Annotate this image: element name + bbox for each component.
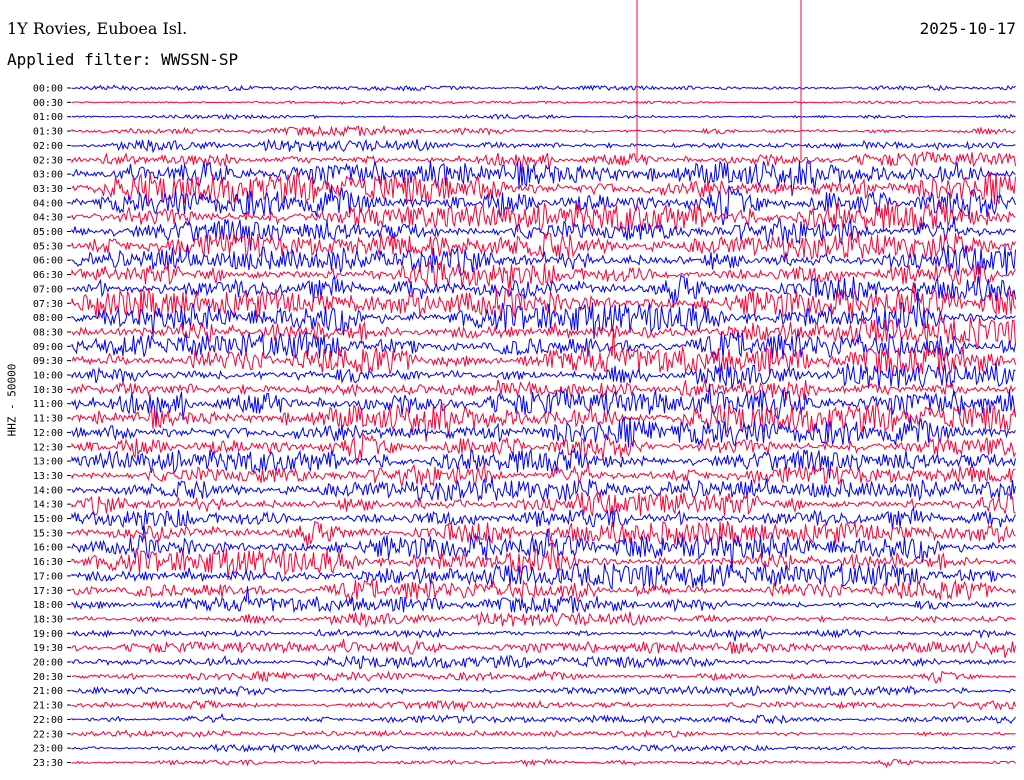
trace-row [71, 743, 1016, 754]
row-time-label: 16:00 [33, 543, 63, 554]
row-time-label: 12:30 [33, 442, 63, 453]
row-time-label: 06:00 [33, 256, 63, 267]
row-time-label: 12:00 [33, 428, 63, 439]
row-time-label: 11:30 [33, 414, 63, 425]
row-time-label: 09:30 [33, 356, 63, 367]
row-time-label: 15:30 [33, 528, 63, 539]
trace-row [71, 113, 1016, 120]
row-time-label: 17:30 [33, 586, 63, 597]
trace-row [71, 462, 1016, 487]
row-time-label: 22:30 [33, 729, 63, 740]
trace-row [71, 124, 1016, 138]
trace-row [71, 684, 1016, 698]
row-time-label: 13:00 [33, 457, 63, 468]
trace-row [71, 361, 1016, 389]
trace-row [71, 520, 1016, 551]
row-time-label: 15:00 [33, 514, 63, 525]
row-time-label: 22:00 [33, 715, 63, 726]
helicorder-plot: 00:00 00:30 01:00 01:30 02:00 02:30 03:00 03:30… [33, 0, 1016, 769]
row-time-label: 01:30 [33, 127, 63, 138]
row-time-label: 18:30 [33, 614, 63, 625]
row-time-label: 08:30 [33, 327, 63, 338]
row-time-label: 16:30 [33, 557, 63, 568]
row-time-label: 19:30 [33, 643, 63, 654]
trace-row [71, 138, 1016, 154]
row-time-label: 06:30 [33, 270, 63, 281]
trace-row [71, 699, 1016, 712]
trace-row [71, 758, 1016, 769]
row-time-label: 23:30 [33, 758, 63, 769]
row-time-label: 23:00 [33, 744, 63, 755]
row-time-label: 03:00 [33, 170, 63, 181]
row-time-label: 17:00 [33, 571, 63, 582]
trace-row [71, 729, 1016, 739]
row-time-label: 00:30 [33, 98, 63, 109]
row-time-label: 21:00 [33, 686, 63, 697]
row-time-label: 18:00 [33, 600, 63, 611]
row-time-label: 14:30 [33, 500, 63, 511]
row-time-label: 09:00 [33, 342, 63, 353]
trace-row [71, 402, 1016, 442]
trace-row [71, 100, 1016, 106]
trace-row [71, 84, 1016, 92]
row-time-label: 04:30 [33, 213, 63, 224]
row-time-label: 05:00 [33, 227, 63, 238]
trace-row [71, 276, 1016, 326]
trace-row [71, 669, 1016, 684]
row-time-label: 20:00 [33, 658, 63, 669]
trace-row [71, 627, 1016, 642]
row-time-label: 08:00 [33, 313, 63, 324]
trace-row [71, 639, 1016, 658]
trace-row [71, 712, 1016, 725]
row-time-label: 13:30 [33, 471, 63, 482]
row-time-label: 05:30 [33, 241, 63, 252]
row-time-label: 10:30 [33, 385, 63, 396]
trace-row [71, 654, 1016, 670]
row-time-label: 02:00 [33, 141, 63, 152]
row-time-label: 04:00 [33, 198, 63, 209]
row-time-label: 20:30 [33, 672, 63, 683]
row-time-label: 14:00 [33, 485, 63, 496]
row-time-label: 21:30 [33, 701, 63, 712]
row-time-label: 02:30 [33, 155, 63, 166]
trace-row [71, 379, 1016, 401]
row-time-label: 00:00 [33, 84, 63, 95]
row-time-label: 10:00 [33, 371, 63, 382]
row-time-label: 07:30 [33, 299, 63, 310]
row-time-label: 19:00 [33, 629, 63, 640]
trace-row [71, 610, 1016, 629]
row-time-label: 07:00 [33, 284, 63, 295]
row-time-label: 11:00 [33, 399, 63, 410]
row-time-label: 01:00 [33, 112, 63, 123]
row-time-label: 03:30 [33, 184, 63, 195]
trace-row [71, 477, 1016, 503]
trace-row [71, 562, 1016, 591]
